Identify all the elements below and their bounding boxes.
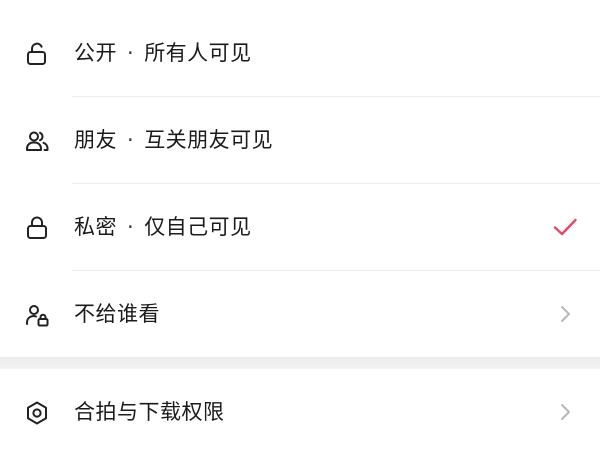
friends-icon <box>24 128 50 154</box>
permissions-group: 合拍与下载权限 <box>0 369 600 450</box>
option-public[interactable]: 公开 · 所有人可见 <box>0 10 600 96</box>
hide-from-label: 不给谁看 <box>74 302 160 326</box>
unlock-icon <box>24 41 50 67</box>
checkmark-icon <box>552 214 578 240</box>
option-private-label: 私密 <box>74 215 117 239</box>
option-public-label: 公开 <box>74 41 117 65</box>
option-private-desc: 仅自己可见 <box>144 215 252 239</box>
permissions-label: 合拍与下载权限 <box>74 400 225 424</box>
hexagon-settings-icon <box>24 400 50 426</box>
option-public-desc: 所有人可见 <box>144 41 252 65</box>
separator: · <box>127 128 135 152</box>
chevron-right-icon <box>552 301 578 327</box>
option-friends[interactable]: 朋友 · 互关朋友可见 <box>0 97 600 183</box>
option-private[interactable]: 私密 · 仅自己可见 <box>0 184 600 270</box>
separator: · <box>127 41 135 65</box>
permissions-item[interactable]: 合拍与下载权限 <box>0 369 600 455</box>
chevron-right-icon <box>552 399 578 425</box>
lock-icon <box>24 215 50 241</box>
hide-from-item[interactable]: 不给谁看 <box>0 271 600 357</box>
separator: · <box>127 215 135 239</box>
option-friends-label: 朋友 <box>74 128 117 152</box>
user-lock-icon <box>24 302 50 328</box>
option-friends-desc: 互关朋友可见 <box>144 128 274 152</box>
visibility-settings-group: 公开 · 所有人可见 朋友 · 互关朋友可见 私密 · 仅自己可见 不给谁看 <box>0 10 600 357</box>
section-gap <box>0 357 600 369</box>
